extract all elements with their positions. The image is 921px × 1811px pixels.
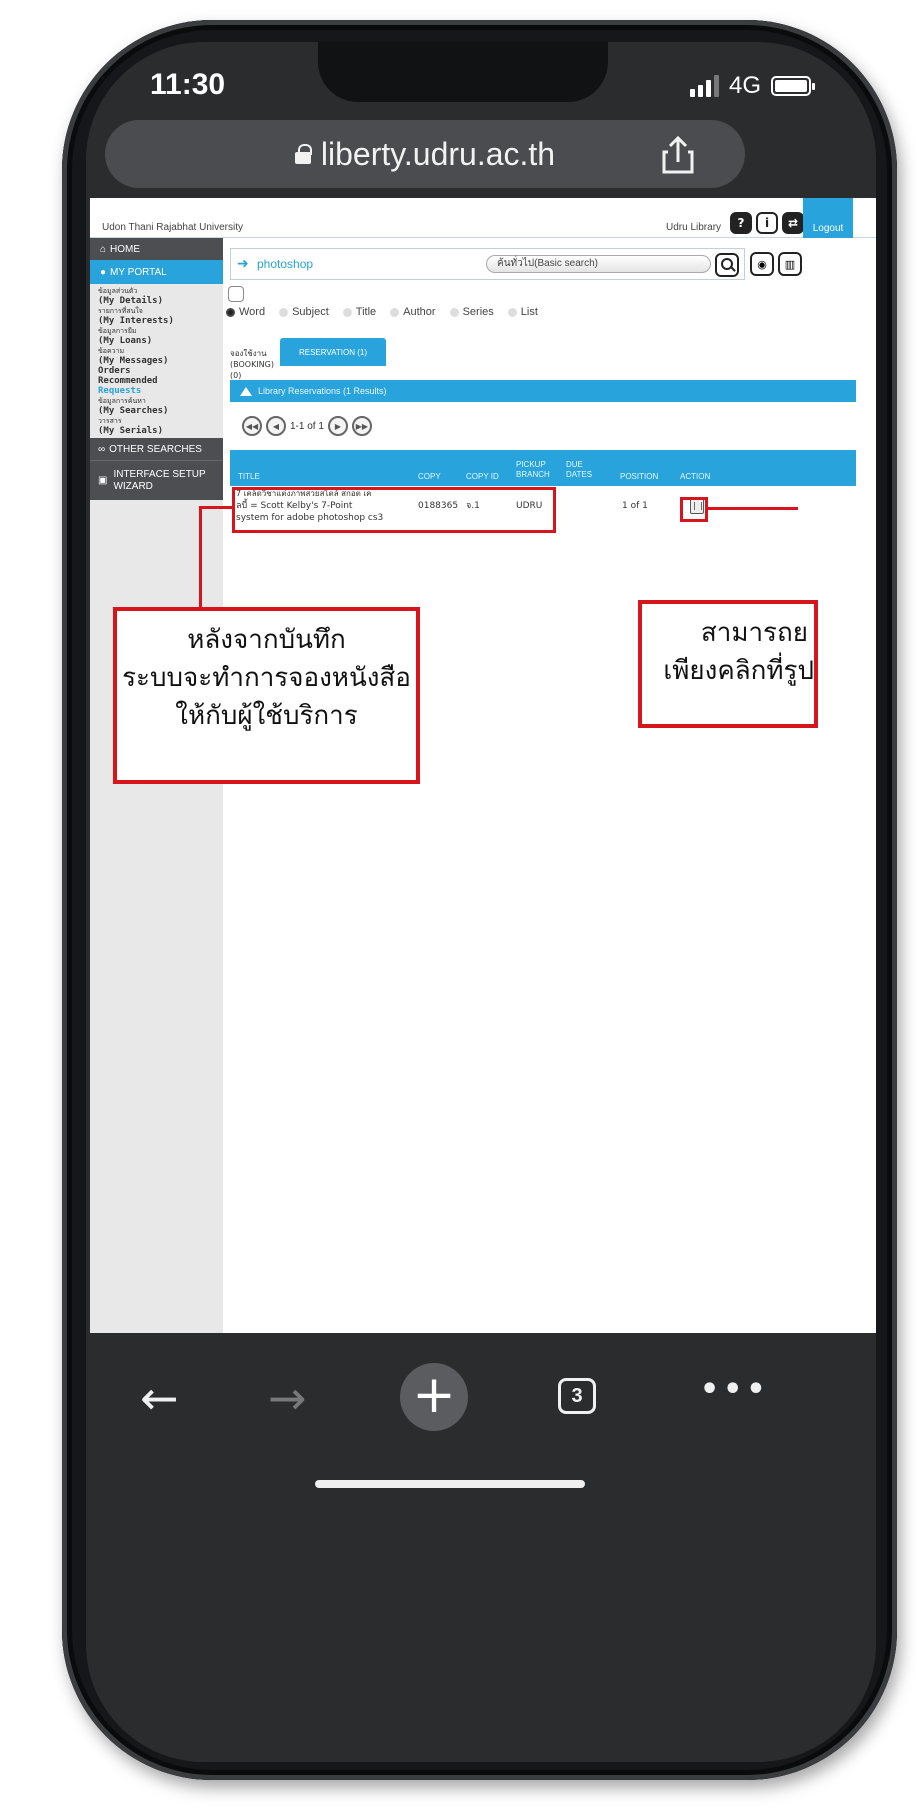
address-bar[interactable]: liberty.udru.ac.th (105, 120, 745, 188)
swap-icon[interactable]: ⇄ (782, 212, 804, 234)
page-header: Udon Thani Rajabhat University Udru Libr… (90, 198, 876, 238)
search-icon[interactable] (715, 253, 739, 277)
callout-left: หลังจากบันทึก ระบบจะทำการจองหนังสือ ให้ก… (113, 607, 420, 784)
forward-arrow-icon[interactable]: → (268, 1375, 307, 1421)
search-type-title[interactable]: Title (342, 306, 376, 318)
sidebar-item-my-interests[interactable]: รายการที่สนใจ (My Interests) (98, 306, 223, 326)
sidebar-item-other-searches[interactable]: ∞ OTHER SEARCHES (90, 438, 223, 460)
signal-icon (690, 75, 719, 97)
sidebar-item-recommended[interactable]: Recommended (98, 376, 223, 386)
sidebar-item-requests[interactable]: Requests (98, 386, 223, 396)
prev-page-icon[interactable]: ◀ (266, 416, 286, 436)
search-type-list[interactable]: List (507, 306, 538, 318)
new-tab-button[interactable]: + (400, 1363, 468, 1431)
sidebar: ⌂ HOME ● MY PORTAL ข้อมูลส่วนตัว (My Deta… (90, 238, 223, 1333)
col-position: POSITION (620, 472, 659, 481)
search-input[interactable]: photoshop (257, 257, 313, 271)
info-icon[interactable]: i (756, 212, 778, 234)
col-copy: COPY (418, 472, 441, 481)
sidebar-item-my-details[interactable]: ข้อมูลส่วนตัว (My Details) (98, 286, 223, 306)
search-box: ➜ photoshop ค้นทั่วไป(Basic search) (230, 248, 745, 280)
more-icon[interactable]: ••• (700, 1372, 770, 1407)
collapse-icon (240, 386, 252, 396)
arrow-right-icon: ➜ (237, 256, 249, 272)
logout-button[interactable]: Logout (803, 198, 853, 238)
url-text: liberty.udru.ac.th (320, 135, 556, 172)
highlight-reservation-row (232, 487, 556, 533)
connector-right (708, 507, 798, 510)
network-label: 4G (729, 72, 762, 99)
back-arrow-icon[interactable]: ← (140, 1375, 179, 1421)
sidebar-item-my-searches[interactable]: ข้อมูลการค้นหา (My Searches) (98, 396, 223, 416)
search-history-icon[interactable]: ◉ (750, 252, 774, 276)
status-indicators: 4G (690, 72, 816, 100)
user-icon: ● (100, 266, 107, 278)
sidebar-item-orders[interactable]: Orders (98, 366, 223, 376)
search-type-subject[interactable]: Subject (279, 306, 329, 318)
callout-right: สามารถย เพียงคลิกที่รูป (638, 600, 818, 728)
setup-icon: ▣ (98, 475, 108, 486)
search-type-series[interactable]: Series (449, 306, 494, 318)
col-due-dates: DUE DATES (566, 460, 593, 479)
browser-toolbar (86, 1333, 876, 1533)
pager-text: 1-1 of 1 (290, 420, 324, 432)
sidebar-item-my-serials[interactable]: วารสาร (My Serials) (98, 416, 223, 436)
row-position: 1 of 1 (622, 501, 648, 511)
last-page-icon[interactable]: ▶▶ (351, 416, 372, 436)
sidebar-item-interface-setup-wizard[interactable]: ▣ INTERFACE SETUP WIZARD (90, 460, 223, 500)
pager: ◀◀ ◀ 1-1 of 1 ▶ ▶▶ (242, 416, 372, 436)
col-title: TITLE (238, 472, 260, 481)
status-time: 11:30 (150, 68, 226, 101)
home-indicator (315, 1480, 585, 1488)
connector-left-v (199, 506, 202, 609)
first-page-icon[interactable]: ◀◀ (242, 416, 262, 436)
sidebar-item-my-portal[interactable]: ● MY PORTAL (90, 260, 223, 284)
next-page-icon[interactable]: ▶ (327, 416, 348, 436)
tab-count-button[interactable]: 3 (558, 1378, 596, 1414)
connector-left-h (200, 506, 232, 509)
search-type-author[interactable]: Author (390, 306, 436, 318)
search-mode-select[interactable]: ค้นทั่วไป(Basic search) (486, 255, 711, 273)
recent-search-icon[interactable] (228, 286, 244, 302)
university-name: Udon Thani Rajabhat University (102, 222, 244, 233)
help-icon[interactable]: ? (730, 212, 752, 234)
results-header[interactable]: Library Reservations (1 Results) (230, 380, 856, 402)
sidebar-item-my-messages[interactable]: ข้อความ (My Messages) (98, 346, 223, 366)
library-name: Udru Library (666, 222, 722, 233)
battery-icon (771, 76, 816, 96)
lock-icon (294, 144, 312, 164)
highlight-delete-icon (680, 497, 708, 522)
col-pickup-branch: PICKUP BRANCH (516, 460, 550, 479)
col-copy-id: COPY ID (466, 472, 499, 481)
sidebar-item-home[interactable]: ⌂ HOME (90, 238, 223, 260)
home-icon: ⌂ (100, 243, 107, 255)
library-icon[interactable]: ▥ (778, 252, 802, 276)
col-action: ACTION (680, 472, 711, 481)
share-icon[interactable] (660, 136, 696, 174)
tab-reservation[interactable]: RESERVATION (1) (280, 338, 386, 366)
sidebar-item-my-loans[interactable]: ข้อมูลการยืม (My Loans) (98, 326, 223, 346)
tab-booking[interactable]: จองใช้งาน (BOOKING) (0) (230, 344, 278, 380)
search-type-options: Word Subject Title Author Series List (226, 306, 538, 318)
portal-links: ข้อมูลส่วนตัว (My Details) รายการที่สนใจ(… (90, 284, 223, 436)
binoculars-icon: ∞ (98, 443, 106, 455)
search-type-word[interactable]: Word (226, 306, 265, 318)
table-header: TITLE COPY COPY ID PICKUP BRANCH DUE DATES… (230, 450, 856, 486)
phone-notch (318, 42, 608, 102)
